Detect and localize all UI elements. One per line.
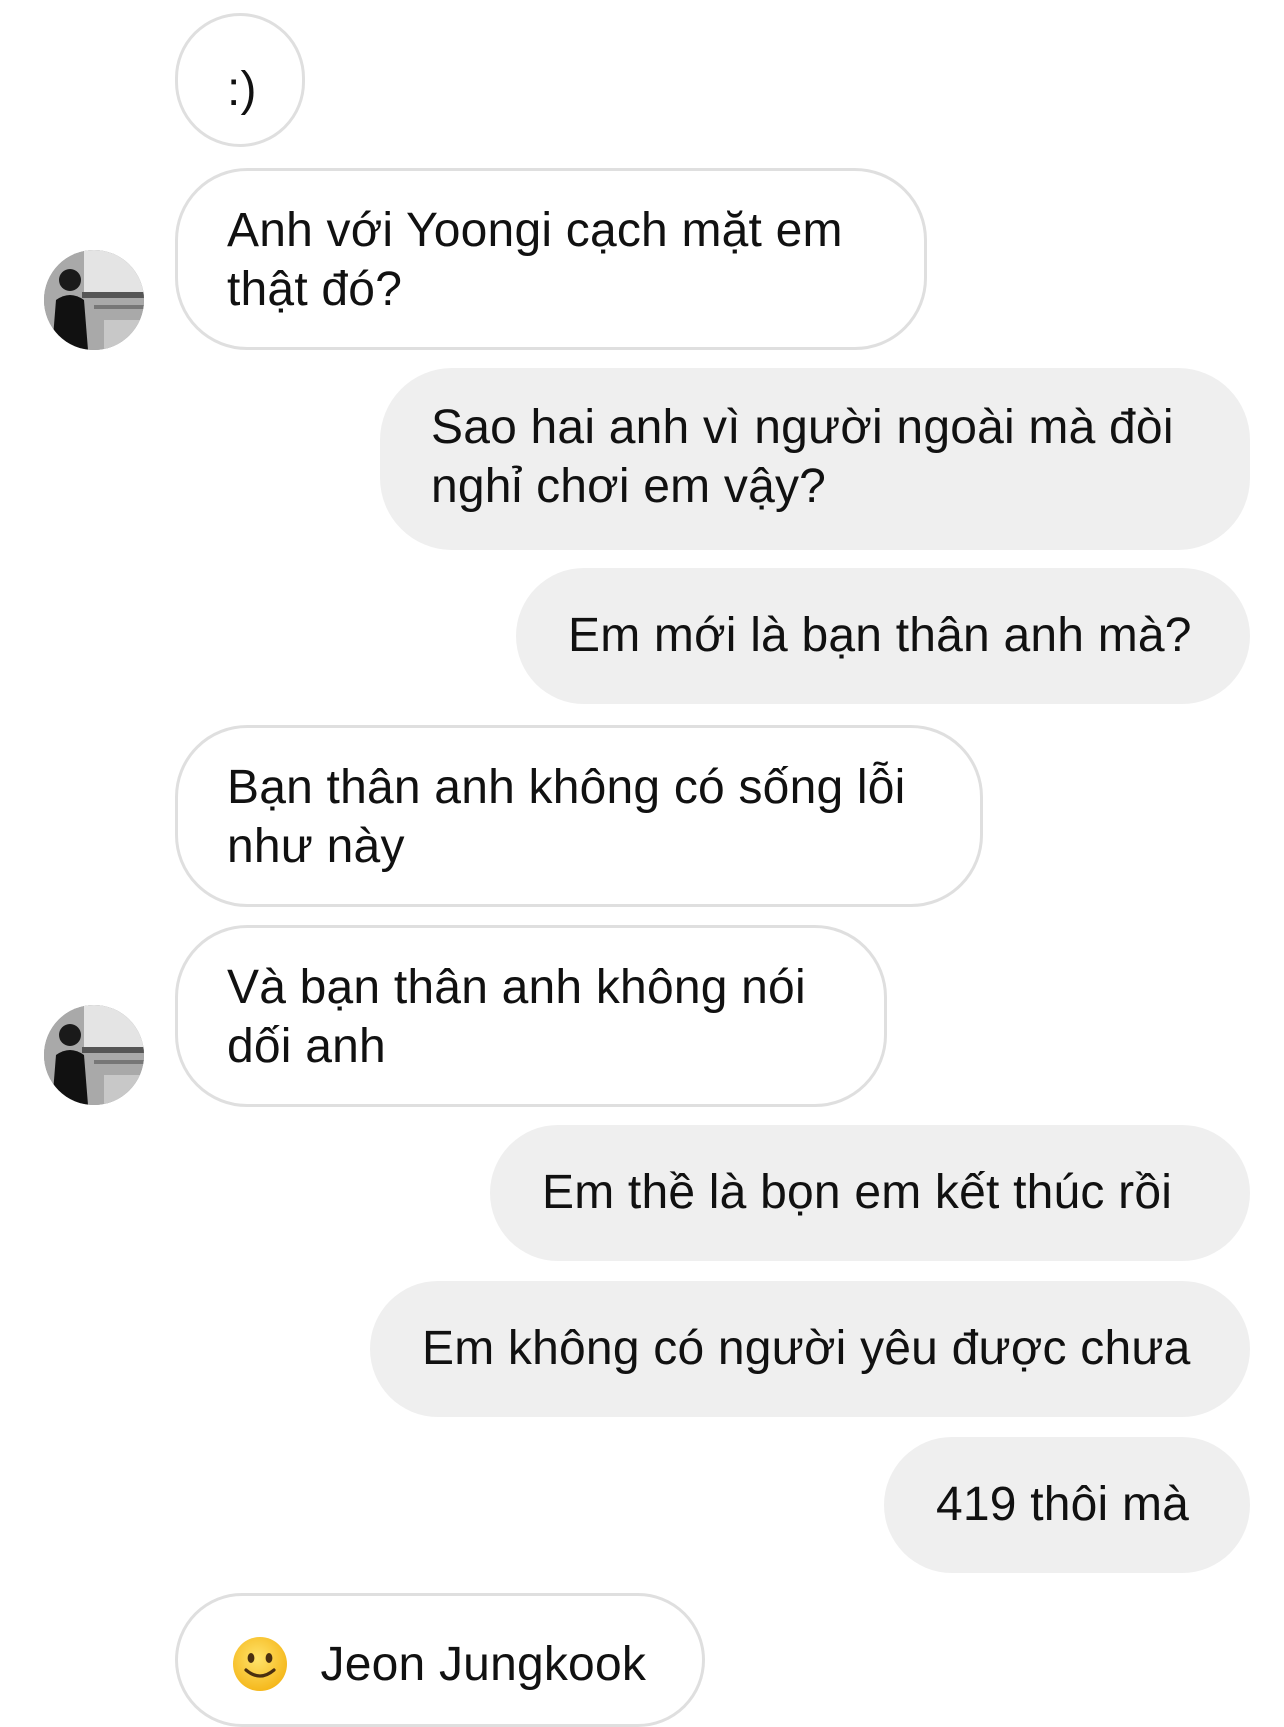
message-line: Sao hai anh vì người ngoài mà đòi xyxy=(431,401,1174,454)
message-line: Và bạn thân anh không nói xyxy=(227,961,806,1014)
outgoing-message-bubble[interactable]: 419 thôi mà xyxy=(884,1437,1250,1573)
message-line: như này xyxy=(227,820,405,873)
incoming-message-bubble[interactable]: Anh với Yoongi cạch mặt em thật đó? xyxy=(175,168,927,350)
contact-avatar[interactable] xyxy=(44,1005,144,1105)
contact-avatar[interactable] xyxy=(44,250,144,350)
message-line: dối anh xyxy=(227,1020,386,1073)
message-line: Anh với Yoongi cạch mặt em xyxy=(227,204,843,257)
message-text: Em mới là bạn thân anh mà? xyxy=(568,609,1192,662)
avatar-photo-icon xyxy=(44,250,144,350)
outgoing-message-bubble[interactable]: Em mới là bạn thân anh mà? xyxy=(516,568,1250,704)
incoming-message-bubble[interactable]: Jeon Jungkook xyxy=(175,1593,705,1727)
message-line: thật đó? xyxy=(227,263,403,316)
slightly-smiling-face-icon xyxy=(231,1635,289,1693)
message-text: Jeon Jungkook xyxy=(320,1637,647,1691)
incoming-message-bubble[interactable]: Và bạn thân anh không nói dối anh xyxy=(175,925,887,1107)
message-text: Em thề là bọn em kết thúc rồi xyxy=(542,1166,1173,1219)
incoming-message-bubble[interactable]: Bạn thân anh không có sống lỗi như này xyxy=(175,725,983,907)
message-line: Bạn thân anh không có sống lỗi xyxy=(227,761,906,814)
message-text: Em không có người yêu được chưa xyxy=(422,1322,1191,1375)
message-text: :) xyxy=(227,63,257,116)
message-text: 419 thôi mà xyxy=(936,1478,1190,1531)
avatar-photo-icon xyxy=(44,1005,144,1105)
outgoing-message-bubble[interactable]: Em thề là bọn em kết thúc rồi xyxy=(490,1125,1250,1261)
outgoing-message-bubble[interactable]: Sao hai anh vì người ngoài mà đòi nghỉ c… xyxy=(380,368,1250,550)
incoming-message-bubble[interactable]: :) xyxy=(175,13,305,147)
message-line: nghỉ chơi em vậy? xyxy=(431,460,827,513)
outgoing-message-bubble[interactable]: Em không có người yêu được chưa xyxy=(370,1281,1250,1417)
